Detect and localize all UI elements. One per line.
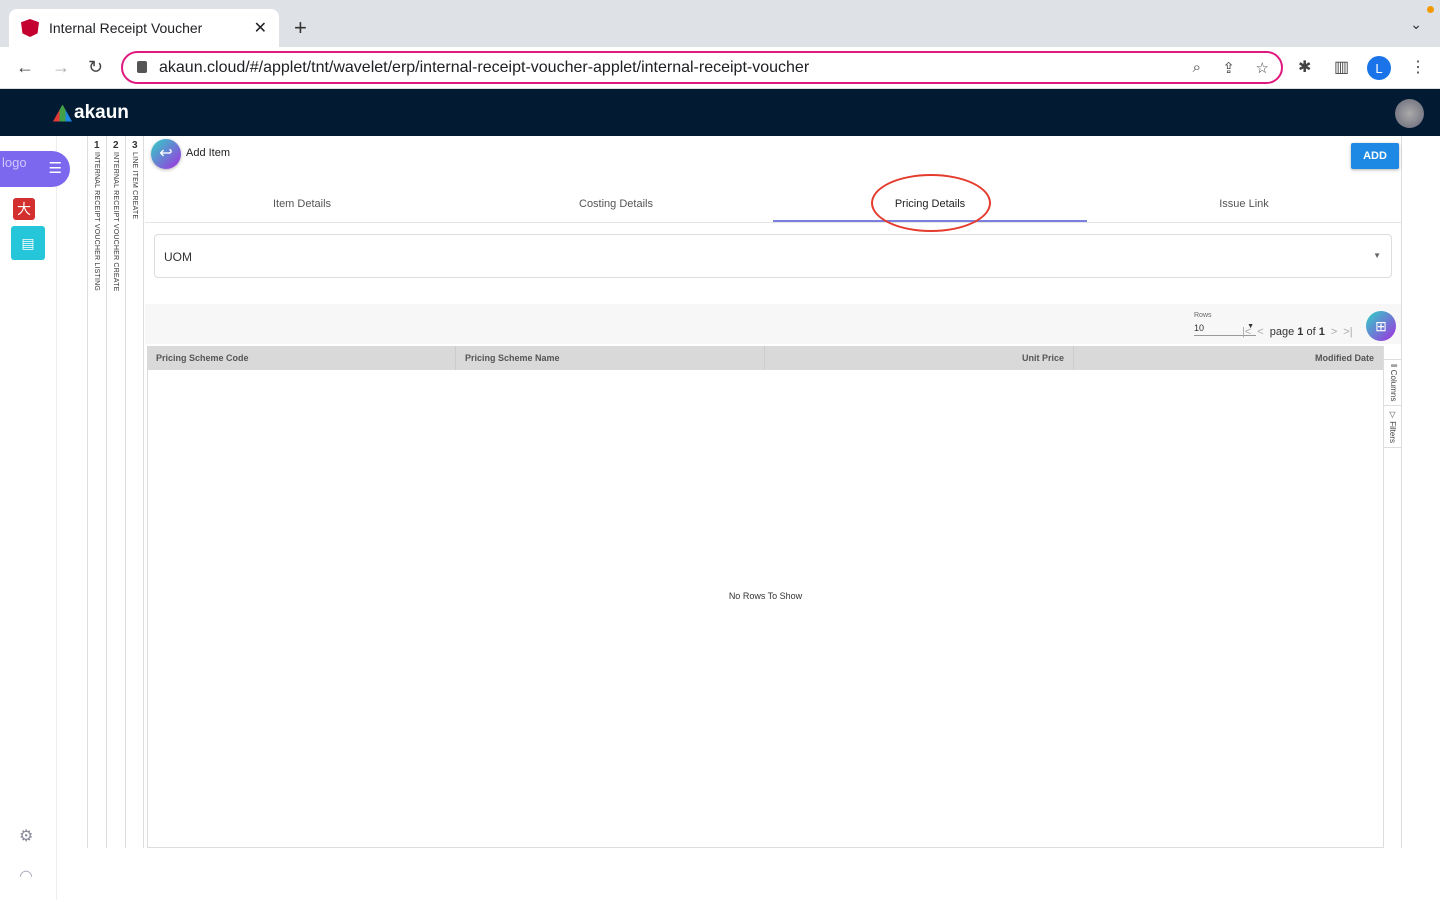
prev-page-icon[interactable]: < [1257, 326, 1263, 338]
tab-item-details[interactable]: Item Details [145, 186, 459, 222]
app-header: akaun [0, 89, 1440, 136]
filters-panel-button[interactable]: ▽ Filters [1384, 406, 1401, 449]
column-header[interactable]: Unit Price [765, 346, 1074, 370]
angular-icon [21, 19, 39, 37]
columns-panel-button[interactable]: ⦀ Columns [1384, 360, 1402, 407]
brand-name: akaun [74, 102, 129, 123]
of-word: of [1306, 326, 1316, 338]
list-icon[interactable]: ▤ [11, 226, 45, 260]
akaun-logo[interactable]: akaun [53, 102, 129, 124]
logo-alt-text: logo [2, 155, 27, 170]
page-title: Add Item [186, 147, 231, 159]
grid-view-button[interactable]: ⊞ [1366, 311, 1396, 341]
highlight-annotation [871, 174, 991, 232]
breadcrumb-item[interactable]: 2 INTERNAL RECEIPT VOUCHER CREATE [106, 136, 125, 848]
breadcrumb: 1 INTERNAL RECEIPT VOUCHER LISTING 2 INTER… [87, 136, 144, 848]
rows-label: Rows [1194, 312, 1212, 319]
applet-icon[interactable]: 大 [13, 198, 35, 220]
sidebar: logo ☰ 大 ▤ ⚙ ◠ [0, 136, 70, 900]
browser-tab[interactable]: Internal Receipt Voucher ✕ [9, 9, 279, 47]
settings-icon[interactable]: ⚙ [19, 826, 33, 846]
url-text: akaun.cloud/#/applet/tnt/wavelet/erp/int… [159, 58, 810, 76]
total-pages: 1 [1318, 326, 1325, 338]
main-panel: ↩ Add Item ADD Item Details Costing Deta… [145, 136, 1402, 848]
crumb-label: INTERNAL RECEIPT VOUCHER CREATE [112, 152, 119, 292]
zoom-icon[interactable]: ⌕ [1193, 59, 1201, 76]
lock-icon [137, 61, 147, 73]
back-button[interactable]: ↩ [151, 139, 181, 169]
uom-select[interactable]: UOM ▼ [154, 234, 1392, 278]
first-page-icon[interactable]: |< [1242, 326, 1251, 338]
crumb-number: 3 [132, 140, 138, 151]
tab-costing-details[interactable]: Costing Details [459, 186, 773, 222]
grid-header: Pricing Scheme Code Pricing Scheme Name … [147, 346, 1383, 370]
browser-toolbar: ← → ↻ akaun.cloud/#/applet/tnt/wavelet/e… [0, 47, 1440, 89]
notification-dot [1427, 6, 1434, 13]
tab-bar: Item Details Costing Details Pricing Det… [145, 186, 1401, 223]
columns-label: Columns [1389, 369, 1398, 402]
breadcrumb-item[interactable]: 3 LINE ITEM CREATE [125, 136, 144, 848]
grid-toolbar: Rows 10 ▼ |< < page 1 of 1 > >| [145, 304, 1401, 344]
logo-triangle-icon [53, 104, 72, 122]
reload-icon[interactable]: ↻ [88, 57, 103, 78]
user-avatar[interactable] [1395, 99, 1424, 128]
column-header[interactable]: Modified Date [1074, 346, 1383, 370]
pagination: |< < page 1 of 1 > >| [1242, 326, 1353, 338]
side-panel-icon[interactable]: ▥ [1334, 57, 1349, 77]
breadcrumb-item[interactable]: 1 INTERNAL RECEIPT VOUCHER LISTING [87, 136, 106, 848]
profile-avatar[interactable]: L [1367, 56, 1391, 80]
add-button[interactable]: ADD [1351, 143, 1399, 169]
browser-tab-strip: Internal Receipt Voucher ✕ + ⌄ [0, 0, 1440, 47]
forward-icon[interactable]: → [52, 57, 70, 78]
current-page: 1 [1297, 326, 1304, 338]
page-word: page [1269, 326, 1295, 338]
tab-issue-link[interactable]: Issue Link [1087, 186, 1401, 222]
grid-side-bar: ⦀ Columns ▽ Filters [1383, 346, 1402, 848]
address-bar[interactable]: akaun.cloud/#/applet/tnt/wavelet/erp/int… [121, 51, 1283, 84]
user-icon[interactable]: ◠ [19, 866, 33, 886]
empty-message: No Rows To Show [728, 591, 803, 601]
last-page-icon[interactable]: >| [1343, 326, 1352, 338]
tab-search-icon[interactable]: ⌄ [1410, 16, 1422, 33]
back-icon[interactable]: ← [16, 57, 34, 78]
menu-icon[interactable]: ⋮ [1410, 57, 1426, 77]
star-icon[interactable]: ☆ [1256, 59, 1269, 77]
grid-body: No Rows To Show [147, 370, 1383, 848]
share-icon[interactable]: ⇪ [1222, 59, 1235, 77]
rows-value: 10 [1194, 323, 1205, 333]
new-tab-button[interactable]: + [294, 15, 307, 41]
column-header[interactable]: Pricing Scheme Name [456, 346, 765, 370]
column-header[interactable]: Pricing Scheme Code [147, 346, 456, 370]
menu-expand-icon[interactable]: ☰ [49, 159, 62, 177]
close-tab-icon[interactable]: ✕ [254, 18, 267, 38]
crumb-number: 2 [113, 140, 119, 151]
crumb-label: INTERNAL RECEIPT VOUCHER LISTING [93, 152, 100, 292]
sidebar-toggle[interactable]: logo ☰ [0, 151, 70, 187]
uom-label: UOM [164, 250, 192, 264]
crumb-label: LINE ITEM CREATE [131, 152, 138, 220]
crumb-number: 1 [94, 140, 100, 151]
extensions-icon[interactable]: ✱ [1298, 57, 1311, 77]
filters-label: Filters [1388, 421, 1397, 444]
next-page-icon[interactable]: > [1331, 326, 1337, 338]
tab-title: Internal Receipt Voucher [49, 20, 203, 36]
dropdown-arrow-icon: ▼ [1373, 251, 1381, 260]
